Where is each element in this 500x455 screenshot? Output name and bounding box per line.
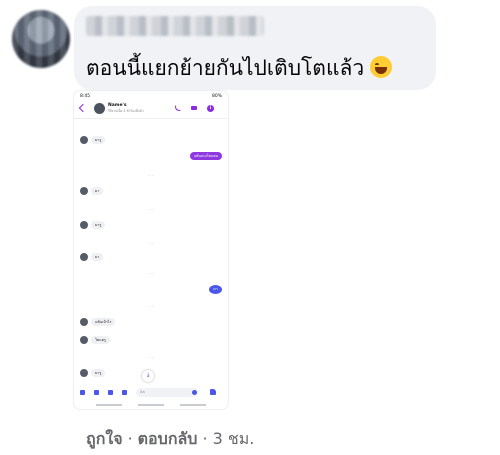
- message-incoming: มารู: [91, 221, 106, 229]
- message-avatar: [80, 221, 88, 229]
- phone-status-bar: 8:45 80%: [80, 94, 222, 101]
- message-input: Aa: [136, 388, 198, 397]
- comment-text: ตอนนี้แยกย้ายกันไปเติบโตแล้ว: [86, 52, 393, 85]
- contact-status: ใช้งานเมื่อ 4 ชั่วโมงที่แล้ว: [108, 109, 144, 113]
- timestamp-divider: — —: [147, 304, 155, 308]
- image-icon: [108, 390, 113, 395]
- commenter-avatar[interactable]: [12, 10, 70, 68]
- nav-bar-segment: [96, 404, 122, 406]
- laughing-tears-emoji-icon: [370, 56, 393, 78]
- contact-name: Name's: [108, 103, 127, 108]
- separator-dot: ·: [127, 429, 133, 448]
- nav-bar-segment: [180, 404, 206, 406]
- phone-nav-bar: [74, 401, 228, 409]
- message-avatar: [80, 187, 88, 195]
- message-incoming: มา: [91, 253, 104, 261]
- phone-icon: [175, 105, 181, 111]
- back-arrow-icon: [78, 103, 88, 113]
- message-outgoing: แต้นเกมโตแตม: [189, 152, 222, 160]
- message-incoming: มารู: [91, 369, 106, 377]
- comment-actions: ถูกใจ · ตอบกลับ · 3 ชม.: [86, 427, 254, 452]
- status-battery: 80%: [211, 94, 222, 99]
- attached-messenger-screenshot[interactable]: 8:45 80% Name's ใช้งานเมื่อ 4 ชั่วโมงที่…: [74, 91, 228, 409]
- chat-composer: Aa: [74, 386, 228, 400]
- chat-header: Name's ใช้งานเมื่อ 4 ชั่วโมงที่แล้ว i: [74, 101, 228, 119]
- message-avatar: [80, 369, 88, 377]
- timestamp-divider: — —: [147, 173, 155, 177]
- message-incoming: มารู: [91, 136, 106, 144]
- commenter-name-blurred[interactable]: [86, 16, 264, 36]
- separator-dot: ·: [202, 429, 208, 448]
- message-avatar: [80, 318, 88, 326]
- info-icon: i: [207, 105, 214, 112]
- emoji-icon: [192, 390, 197, 395]
- contact-avatar: [94, 103, 105, 114]
- message-incoming: มา: [91, 187, 104, 195]
- timestamp-divider: — —: [147, 207, 155, 211]
- message-incoming: โตแตรู: [91, 336, 110, 344]
- microphone-icon: [122, 390, 127, 395]
- menu-dots-icon: [80, 390, 85, 395]
- message-avatar: [80, 336, 88, 344]
- video-icon: [191, 106, 197, 110]
- timestamp-divider: — —: [147, 271, 155, 275]
- message-outgoing: มา: [209, 285, 222, 294]
- camera-icon: [94, 390, 99, 395]
- message-incoming: แต้นเป้าไร: [91, 318, 116, 326]
- message-avatar: [80, 136, 88, 144]
- status-time: 8:45: [80, 94, 91, 99]
- comment-timestamp[interactable]: 3 ชม.: [213, 429, 255, 448]
- timestamp-divider: — —: [147, 355, 155, 359]
- like-link[interactable]: ถูกใจ: [86, 429, 123, 448]
- comment-bubble: ตอนนี้แยกย้ายกันไปเติบโตแล้ว: [74, 6, 436, 90]
- scroll-down-arrow-icon: ↓: [142, 370, 154, 382]
- message-avatar: [80, 253, 88, 261]
- nav-bar-segment: [138, 404, 164, 406]
- reply-link[interactable]: ตอบกลับ: [138, 429, 198, 448]
- timestamp-divider: — —: [147, 241, 155, 245]
- thumbs-up-icon: [210, 389, 216, 395]
